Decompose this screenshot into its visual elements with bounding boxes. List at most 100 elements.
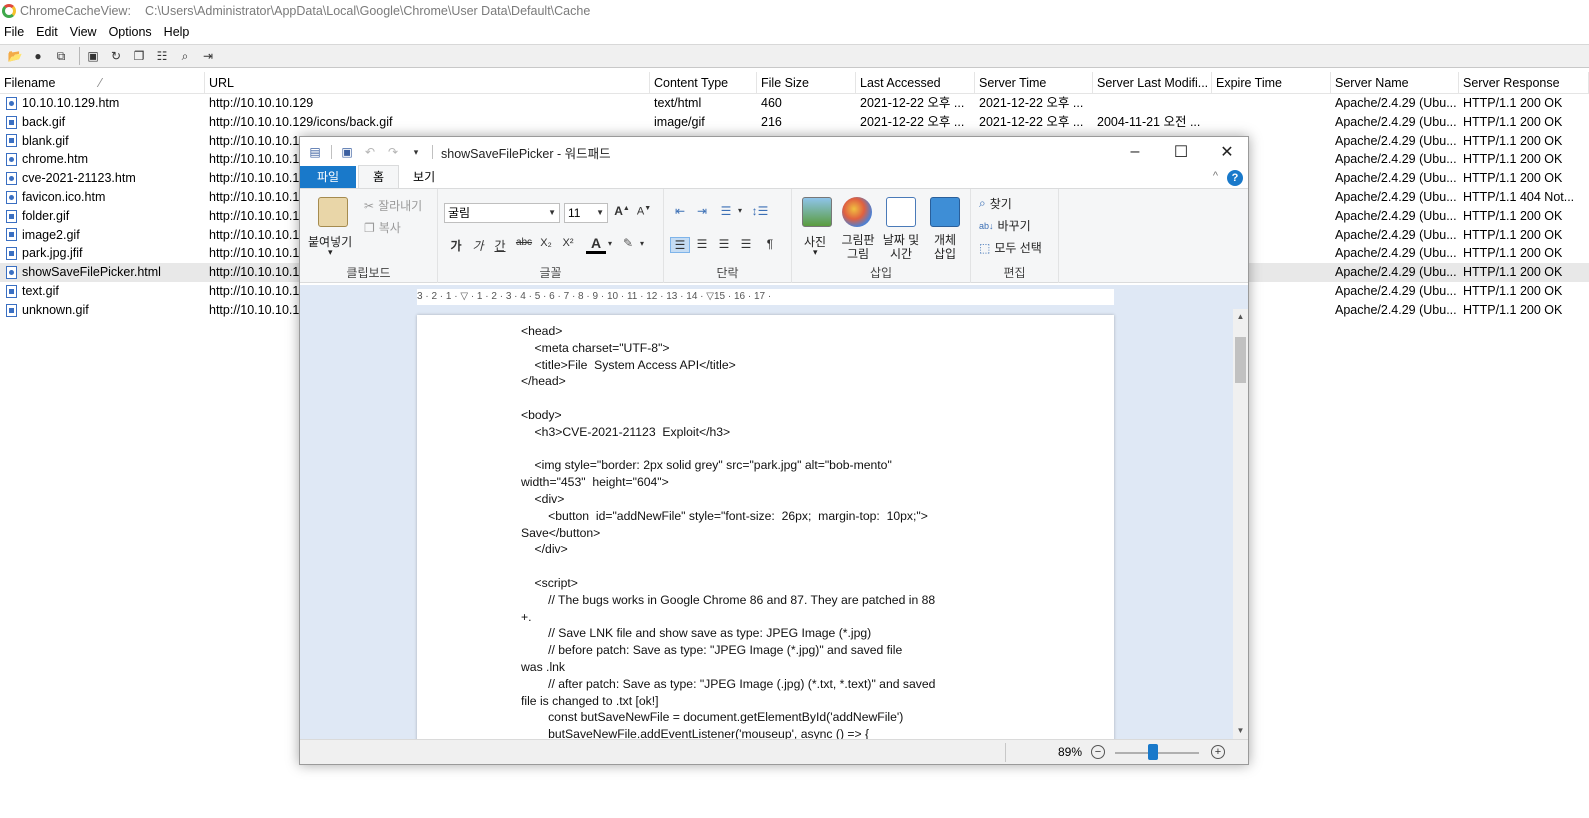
align-center-icon[interactable]: ☰	[692, 237, 712, 251]
menu-view[interactable]: View	[64, 25, 103, 39]
redo-icon[interactable]: ↷	[385, 144, 401, 160]
wordpad-icon: ▤	[309, 145, 321, 159]
select-all-button[interactable]: ⬚ 모두 선택	[979, 239, 1042, 256]
document-page[interactable]: <head> <meta charset="UTF-8"> <title>Fil…	[417, 315, 1114, 739]
align-left-icon[interactable]: ☰	[670, 237, 690, 253]
document-line: </div>	[521, 542, 568, 557]
open-folder-icon[interactable]: 📂	[6, 47, 24, 65]
column-header-content-type[interactable]: Content Type	[650, 71, 757, 94]
menu-file[interactable]: File	[0, 25, 30, 39]
cell-filename: back.gif	[0, 113, 205, 132]
text-color-dropdown-icon[interactable]: ▾	[600, 239, 620, 248]
subscript-button[interactable]: X₂	[536, 237, 556, 249]
table-row[interactable]: back.gif http://10.10.10.129/icons/back.g…	[0, 113, 1589, 132]
menu-help[interactable]: Help	[158, 25, 196, 39]
increase-indent-icon[interactable]: ⇥	[692, 204, 712, 218]
copy-label: 복사	[378, 221, 401, 235]
zoom-slider-thumb[interactable]	[1148, 744, 1158, 760]
copy-button[interactable]: ❐ 복사	[364, 219, 401, 236]
paste-dropdown-icon[interactable]: ▾	[328, 247, 333, 258]
font-size-select[interactable]: 11 ▼	[564, 203, 608, 223]
column-header-server-last-modified[interactable]: Server Last Modifi...	[1093, 71, 1212, 94]
properties-icon[interactable]: ☷	[153, 47, 171, 65]
menu-options[interactable]: Options	[103, 25, 158, 39]
column-header-file-size[interactable]: File Size	[757, 71, 856, 94]
exit-icon[interactable]: ⇥	[199, 47, 217, 65]
cell-filename: text.gif	[0, 282, 205, 301]
decrease-indent-icon[interactable]: ⇤	[670, 204, 690, 218]
align-right-icon[interactable]: ☰	[714, 237, 734, 251]
column-header-server-name[interactable]: Server Name	[1331, 71, 1459, 94]
close-button[interactable]: ✕	[1204, 137, 1250, 167]
filename-text: folder.gif	[22, 208, 70, 223]
ruler-scale[interactable]: 3 · 2 · 1 · ▽ · 1 · 2 · 3 · 4 · 5 · 6 · …	[417, 289, 1114, 305]
object-icon	[930, 197, 960, 227]
insert-paint-button[interactable]: 그림판 그림	[838, 233, 878, 261]
paragraph-settings-icon[interactable]: ¶	[760, 237, 780, 251]
table-row[interactable]: 10.10.10.129.htm http://10.10.10.129 text/…	[0, 94, 1589, 113]
line-spacing-icon[interactable]: ↕☰	[750, 204, 770, 218]
help-icon[interactable]: ?	[1227, 170, 1243, 186]
shrink-font-icon[interactable]: A▼	[634, 205, 654, 218]
underline-button[interactable]: 간	[490, 237, 510, 254]
tab-home[interactable]: 홈	[358, 165, 400, 188]
column-header-server-time[interactable]: Server Time	[975, 71, 1093, 94]
cell-filename: favicon.ico.htm	[0, 188, 205, 207]
bold-button[interactable]: 가	[446, 237, 466, 254]
group-label-paragraph: 단락	[716, 266, 739, 280]
menu-edit[interactable]: Edit	[30, 25, 64, 39]
tab-file[interactable]: 파일	[300, 166, 356, 188]
picture-dropdown-icon[interactable]: ▾	[813, 247, 818, 258]
highlight-dropdown-icon[interactable]: ▾	[632, 239, 652, 248]
minimize-button[interactable]: –	[1112, 137, 1158, 167]
find-button[interactable]: ⌕ 찾기	[979, 195, 1012, 212]
find-icon[interactable]: ⌕	[176, 47, 194, 65]
cell-content-type: text/html	[654, 96, 702, 110]
column-header-last-accessed[interactable]: Last Accessed	[856, 71, 975, 94]
cell-url: http://10.10.10.129/icons/back.gif	[209, 114, 393, 129]
cell-server-response: HTTP/1.1 404 Not...	[1463, 189, 1575, 204]
font-family-select[interactable]: 굴림 ▼	[444, 203, 560, 223]
grow-font-icon[interactable]: A▲	[612, 204, 632, 218]
scroll-down-icon[interactable]: ▼	[1233, 723, 1248, 739]
filename-text: favicon.ico.htm	[22, 189, 106, 204]
vertical-scrollbar[interactable]: ▲ ▼	[1233, 309, 1248, 739]
html-file-icon	[6, 266, 17, 280]
replace-button[interactable]: ab↓ 바꾸기	[979, 217, 1031, 234]
column-header-url[interactable]: URL	[205, 71, 650, 94]
customize-quick-access-icon[interactable]: ▾	[408, 144, 424, 160]
document-line: <button id="addNewFile" style="font-size…	[521, 508, 928, 523]
globe-icon[interactable]: ●	[29, 47, 47, 65]
document-line: file is changed to .txt [ok!]	[521, 693, 659, 708]
justify-icon[interactable]: ☰	[736, 237, 756, 251]
strikethrough-button[interactable]: abc	[514, 237, 534, 248]
italic-button[interactable]: 가	[468, 237, 488, 254]
superscript-button[interactable]: X²	[558, 237, 578, 249]
undo-icon[interactable]: ↶	[362, 144, 378, 160]
column-header-filename[interactable]: Filename ⁄	[0, 71, 205, 94]
zoom-in-button[interactable]: +	[1211, 745, 1225, 759]
font-family-value: 굴림	[448, 206, 471, 220]
cell-filename: unknown.gif	[0, 301, 205, 320]
insert-datetime-button[interactable]: 날짜 및 시간	[880, 233, 922, 261]
scroll-thumb[interactable]	[1235, 337, 1246, 383]
collapse-ribbon-icon[interactable]: ^	[1213, 170, 1218, 182]
scroll-up-icon[interactable]: ▲	[1233, 309, 1248, 325]
cell-server-response: HTTP/1.1 200 OK	[1463, 114, 1563, 129]
tab-view[interactable]: 보기	[399, 166, 449, 188]
column-header-expire-time[interactable]: Expire Time	[1212, 71, 1331, 94]
list-dropdown-icon[interactable]: ▾	[730, 206, 750, 215]
column-header-server-response[interactable]: Server Response	[1459, 71, 1589, 94]
wordpad-title: showSaveFilePicker - 워드패드	[441, 146, 611, 161]
zoom-out-button[interactable]: −	[1091, 745, 1105, 759]
scissors-icon: ✂	[364, 198, 375, 213]
insert-object-button[interactable]: 개체 삽입	[928, 233, 962, 261]
copy-icon[interactable]: ❐	[130, 47, 148, 65]
quick-save-icon[interactable]: ▣	[339, 144, 355, 160]
save-icon[interactable]: ▣	[84, 47, 102, 65]
copy-files-icon[interactable]: ⧉	[52, 47, 70, 65]
refresh-icon[interactable]: ↻	[107, 47, 125, 65]
cut-button[interactable]: ✂ 잘라내기	[364, 197, 422, 214]
maximize-button[interactable]: ☐	[1158, 137, 1204, 167]
document-text[interactable]: <head> <meta charset="UTF-8"> <title>Fil…	[521, 323, 1021, 739]
